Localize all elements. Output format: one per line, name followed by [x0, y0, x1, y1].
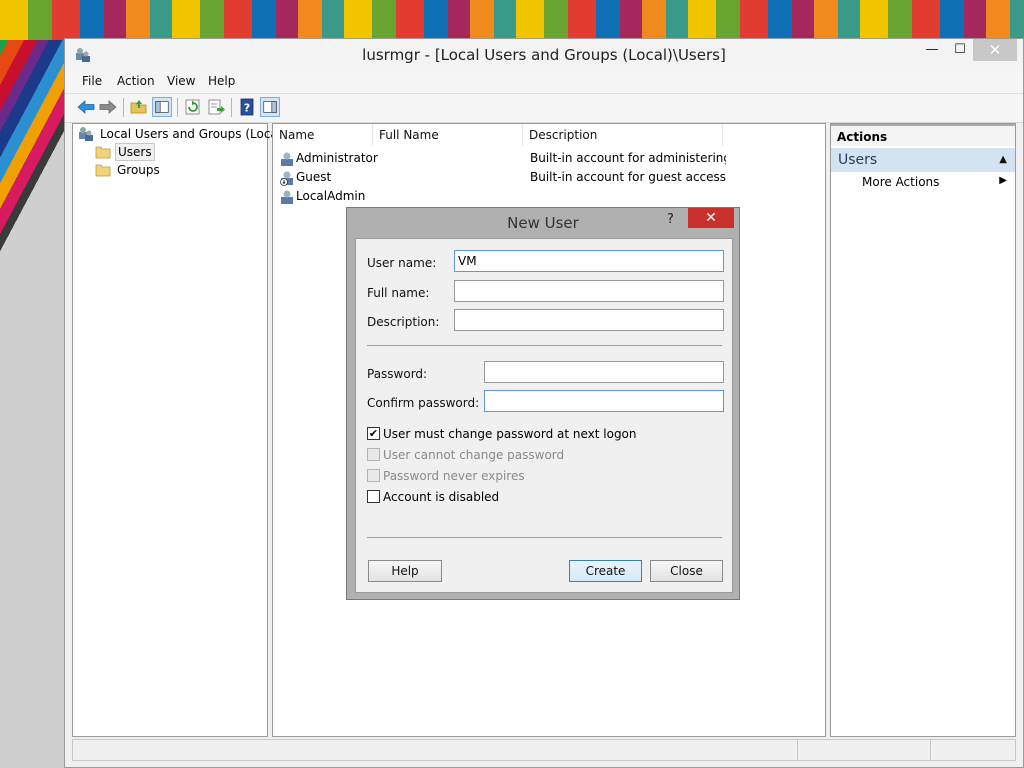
column-header-full-name[interactable]: Full Name: [373, 124, 523, 146]
status-bar: [72, 739, 1016, 761]
new-user-dialog: New User ? ✕ User name: Full name: Descr…: [346, 207, 740, 600]
user-description-cell: Built-in account for guest access t...: [530, 170, 726, 184]
user-name-label: User name:: [367, 256, 437, 270]
menu-bar: File Action View Help: [65, 71, 1023, 93]
toolbar-separator: [177, 98, 178, 117]
checkbox-unchecked: [367, 448, 380, 461]
user-icon: [281, 152, 293, 166]
checkbox-label: Account is disabled: [383, 490, 500, 504]
column-header-name[interactable]: Name: [273, 124, 373, 146]
more-actions-link[interactable]: More Actions: [862, 175, 939, 189]
back-arrow-icon[interactable]: [76, 97, 96, 117]
console-tree: Local Users and Groups (Local) Users Gro…: [72, 123, 286, 737]
divider: [367, 537, 722, 538]
password-input[interactable]: [484, 361, 724, 383]
create-button[interactable]: Create: [569, 560, 642, 582]
checkbox-unchecked: [367, 469, 380, 482]
help-button[interactable]: Help: [368, 560, 442, 582]
toolbar: ?: [65, 93, 1023, 123]
user-icon: [281, 190, 293, 204]
description-label: Description:: [367, 315, 440, 329]
menu-view[interactable]: View: [167, 74, 195, 88]
menu-action[interactable]: Action: [117, 74, 155, 88]
password-label: Password:: [367, 367, 428, 381]
submenu-arrow-icon: ▶: [999, 175, 1007, 186]
toolbar-separator: [123, 98, 124, 117]
actions-section-label: Users: [838, 152, 878, 168]
maximize-button[interactable]: ☐: [945, 39, 975, 61]
checkbox-label: User cannot change password: [383, 448, 565, 462]
user-description-cell: Built-in account for administering...: [530, 151, 726, 165]
export-list-icon[interactable]: [206, 97, 226, 117]
actions-section-users[interactable]: Users ▲: [831, 148, 1015, 172]
up-folder-icon[interactable]: [129, 97, 149, 117]
minimize-button[interactable]: —: [917, 39, 947, 61]
column-header-description[interactable]: Description: [523, 124, 723, 146]
table-row[interactable]: LocalAdmin: [273, 187, 825, 206]
checkbox-unchecked: [367, 490, 380, 503]
dialog-body: User name: Full name: Description: Passw…: [355, 238, 733, 593]
table-row[interactable]: Guest Built-in account for guest access …: [273, 168, 825, 187]
tree-root-label: Local Users and Groups (Local): [100, 127, 286, 141]
collapse-icon[interactable]: ▲: [999, 148, 1007, 172]
table-row[interactable]: Administrator Built-in account for admin…: [273, 149, 825, 168]
checkbox-checked: ✔: [367, 427, 380, 440]
user-name-cell: LocalAdmin: [296, 189, 366, 203]
folder-icon: [95, 164, 111, 177]
users-computer-icon: [79, 127, 93, 141]
window-title: lusrmgr - [Local Users and Groups (Local…: [362, 46, 726, 64]
user-name-cell: Administrator: [296, 151, 378, 165]
show-hide-console-tree-icon: [155, 101, 169, 113]
help-icon[interactable]: ?: [237, 97, 257, 117]
refresh-icon[interactable]: [183, 97, 203, 117]
close-window-button[interactable]: ✕: [973, 39, 1017, 61]
show-hide-console-tree-button[interactable]: [152, 97, 172, 117]
status-divider: [797, 740, 798, 760]
tree-groups-label: Groups: [117, 163, 160, 177]
status-divider: [930, 740, 931, 760]
svg-text:?: ?: [244, 102, 250, 115]
folder-icon: [95, 146, 111, 159]
forward-arrow-icon[interactable]: [98, 97, 118, 117]
tree-users-label: Users: [115, 143, 155, 161]
show-hide-action-pane-icon: [263, 101, 277, 113]
close-button[interactable]: Close: [650, 560, 723, 582]
dialog-help-button[interactable]: ?: [667, 212, 674, 227]
show-hide-action-pane-button[interactable]: [260, 97, 280, 117]
actions-pane: Actions Users ▲ More Actions ▶: [830, 123, 1016, 737]
dialog-title: New User: [507, 214, 579, 232]
checkbox-label: User must change password at next logon: [383, 427, 637, 441]
menu-help[interactable]: Help: [208, 74, 235, 88]
description-input[interactable]: [454, 309, 724, 331]
toolbar-separator: [231, 98, 232, 117]
dialog-close-button[interactable]: ✕: [688, 208, 734, 228]
desktop-background-top: [0, 0, 1024, 40]
full-name-input[interactable]: [454, 280, 724, 302]
user-name-cell: Guest: [296, 170, 332, 184]
confirm-password-label: Confirm password:: [367, 396, 480, 410]
menu-file[interactable]: File: [82, 74, 102, 88]
checkbox-label: Password never expires: [383, 469, 525, 483]
disabled-user-icon: [280, 171, 293, 186]
user-name-input[interactable]: [454, 250, 724, 272]
actions-header: Actions: [831, 124, 1015, 146]
full-name-label: Full name:: [367, 286, 430, 300]
divider: [367, 345, 722, 346]
title-bar[interactable]: lusrmgr - [Local Users and Groups (Local…: [65, 39, 1023, 71]
confirm-password-input[interactable]: [484, 390, 724, 412]
